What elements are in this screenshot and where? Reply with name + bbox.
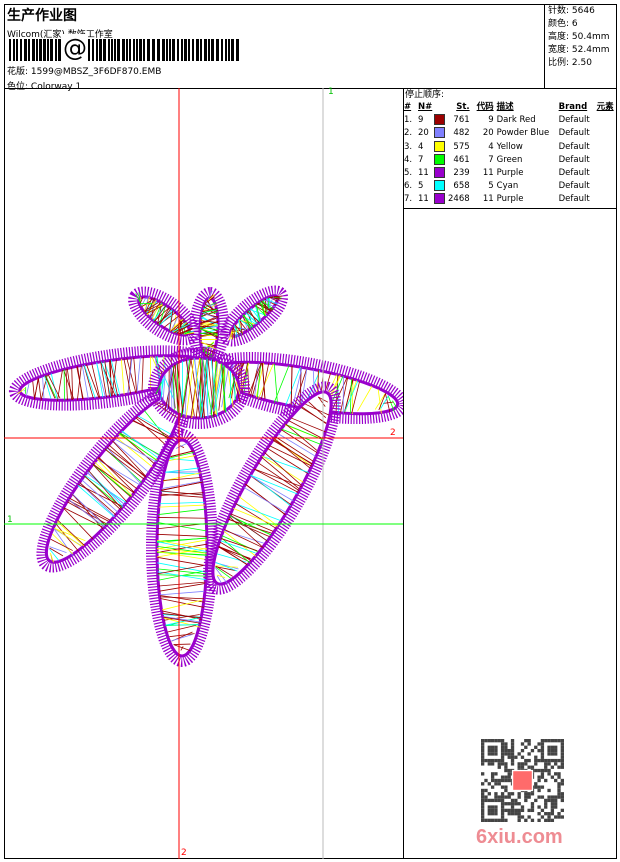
table-row: 6.5 6585 CyanDefault — [404, 180, 614, 193]
info-colors: 颜色: 6 — [548, 18, 614, 31]
info-width: 宽度: 52.4mm — [548, 44, 614, 57]
table-divider — [404, 208, 617, 209]
design-value: 1599@MBSZ_3F6DF870.EMB — [31, 67, 161, 77]
table-row: 4.7 4617 GreenDefault — [404, 154, 614, 167]
header: 生产作业图 Wilcom(汇家) 数饰工作室 @ 花版: 1599@MBSZ_3… — [4, 4, 617, 89]
color-swatch — [434, 167, 445, 178]
green-guide-label: 1 — [7, 515, 13, 525]
embroidery-preview — [4, 88, 403, 859]
red-h-guide-label: 2 — [390, 428, 396, 438]
design-canvas — [4, 88, 404, 859]
info-scale: 比例: 2.50 — [548, 57, 614, 70]
design-label: 花版: — [7, 67, 28, 77]
design-file: 花版: 1599@MBSZ_3F6DF870.EMB — [7, 64, 161, 77]
stamp-icon — [513, 771, 533, 791]
leaf-3 — [217, 282, 290, 350]
table-row: 2.20 48220 Powder BlueDefault — [404, 127, 614, 140]
color-swatch — [434, 193, 445, 204]
color-swatch — [434, 127, 445, 138]
qr-code — [481, 739, 564, 822]
page-title: 生产作业图 — [7, 5, 77, 25]
table-row: 5.11 23911 PurpleDefault — [404, 167, 614, 180]
stop-sequence-title: 停止顺序: — [404, 89, 617, 101]
barcode — [9, 39, 274, 61]
color-swatch — [434, 154, 445, 165]
table-row: 1.9 7619 Dark RedDefault — [404, 114, 614, 127]
color-swatch — [434, 180, 445, 191]
leaf-4 — [125, 282, 202, 350]
info-height: 高度: 50.4mm — [548, 31, 614, 44]
table-row: 3.4 5754 YellowDefault — [404, 141, 614, 154]
color-swatch — [434, 141, 445, 152]
info-stitches: 针数: 5646 — [548, 5, 614, 18]
color-swatch — [434, 114, 445, 125]
table-row: 7.11 246811 PurpleDefault — [404, 193, 614, 206]
design-info: 针数: 5646 颜色: 6 高度: 50.4mm 宽度: 52.4mm 比例:… — [544, 4, 617, 88]
grey-guide-label: 1 — [328, 87, 334, 97]
barcode-at-symbol: @ — [62, 34, 88, 62]
watermark: 6xiu.com — [476, 826, 563, 849]
stop-sequence-table: # N# St. 代码 描述 Brand 元素 1.9 7619 Dark Re… — [404, 101, 614, 207]
red-v-guide-label: 2 — [181, 848, 187, 858]
stop-sequence-panel: 停止顺序: # N# St. 代码 描述 Brand 元素 1.9 7619 D… — [404, 89, 617, 207]
